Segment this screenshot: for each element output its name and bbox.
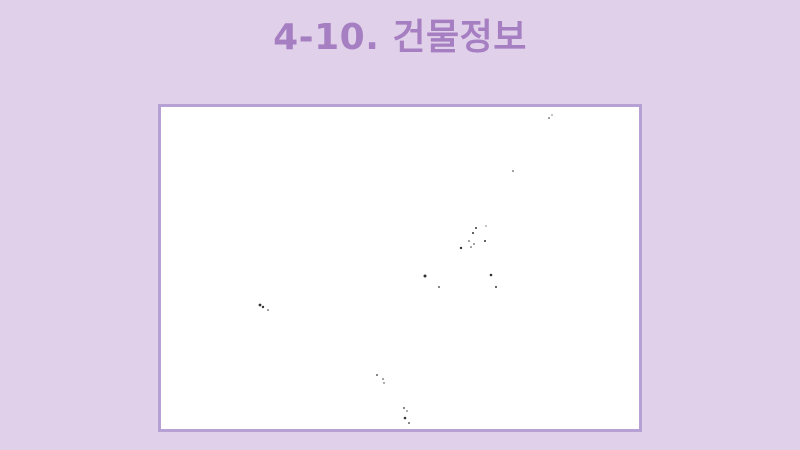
building-marker [548, 117, 550, 119]
building-marker [267, 309, 269, 311]
building-marker [484, 240, 486, 242]
building-marker [408, 422, 410, 424]
building-marker [258, 303, 262, 307]
building-marker [403, 416, 407, 420]
building-marker [473, 243, 475, 245]
building-marker [376, 374, 378, 376]
building-marker [382, 378, 384, 380]
building-map-canvas [258, 114, 553, 424]
building-marker [472, 232, 474, 234]
building-marker [512, 170, 514, 172]
building-marker [438, 286, 440, 288]
building-marker [383, 382, 385, 384]
building-marker [489, 273, 493, 277]
building-marker [495, 286, 497, 288]
building-marker [475, 227, 477, 229]
building-marker [551, 114, 553, 116]
slide-title: 4-10. 건물정보 [273, 17, 527, 58]
building-marker [423, 274, 427, 278]
building-marker [459, 246, 463, 250]
building-marker [403, 407, 405, 409]
building-marker [261, 305, 265, 309]
building-map-panel [158, 104, 642, 432]
building-marker [468, 240, 470, 242]
building-marker [406, 410, 408, 412]
building-marker [485, 225, 487, 227]
building-marker [470, 246, 472, 248]
